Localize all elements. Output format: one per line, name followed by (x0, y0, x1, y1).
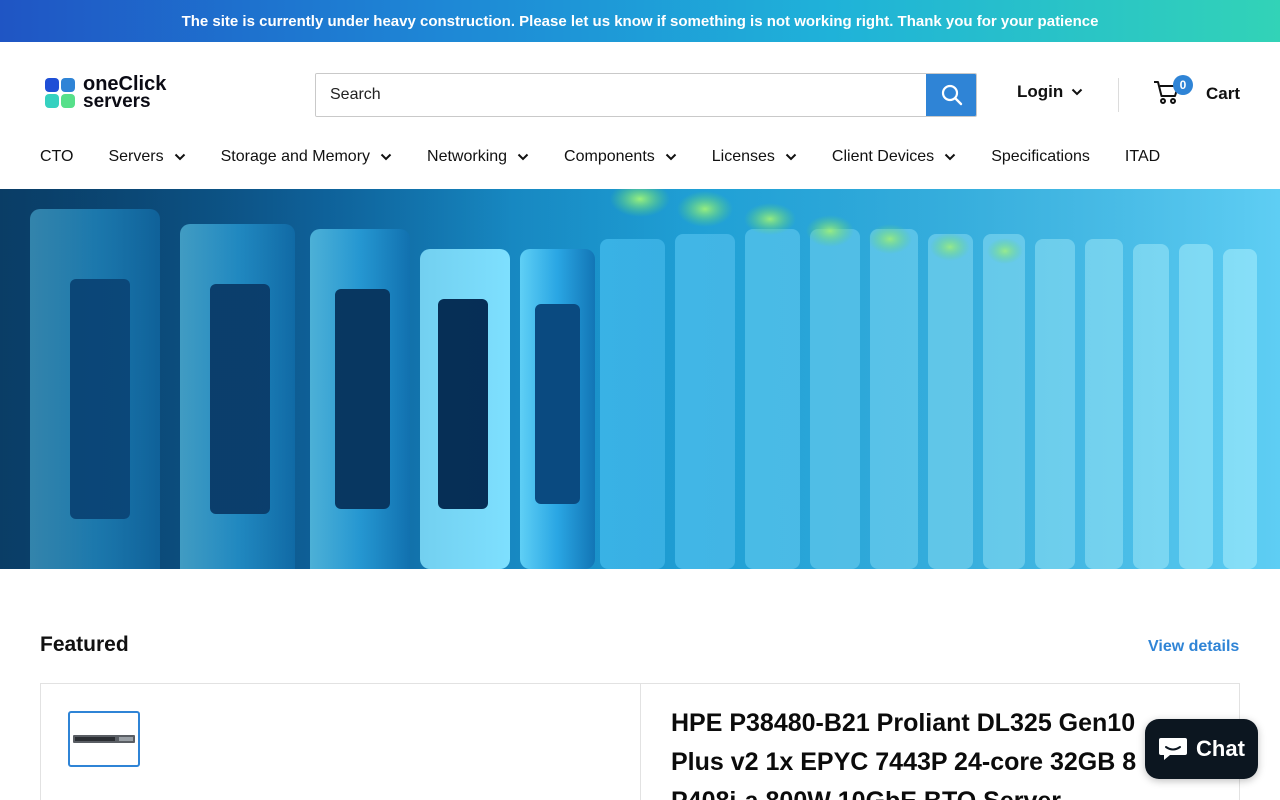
nav-item-storage-and-memory[interactable]: Storage and Memory (221, 148, 392, 166)
featured-section-title: Featured (40, 633, 129, 656)
featured-product-card: HPE P38480-B21 Proliant DL325 Gen10 Plus… (40, 683, 1240, 800)
chevron-down-icon (665, 153, 676, 161)
chevron-down-icon (174, 153, 185, 161)
nav-item-label: Networking (427, 148, 508, 165)
nav-item-label: CTO (40, 148, 74, 165)
chevron-down-icon (785, 153, 797, 161)
nav-item-label: Specifications (991, 148, 1090, 165)
nav-item-servers[interactable]: Servers (108, 148, 185, 166)
announcement-bar: The site is currently under heavy constr… (0, 0, 1280, 42)
cart-link[interactable]: 0 Cart (1153, 75, 1241, 106)
logo-mark (45, 78, 75, 108)
product-title[interactable]: HPE P38480-B21 Proliant DL325 Gen10 Plus… (671, 704, 1191, 800)
product-thumbnail[interactable] (68, 711, 140, 767)
cart-count-badge: 0 (1173, 75, 1193, 95)
announcement-text: The site is currently under heavy constr… (181, 12, 1099, 30)
server-rack-illustration (0, 189, 1280, 569)
site-logo[interactable]: oneClick servers (45, 74, 166, 112)
server-thumbnail-image (73, 735, 135, 743)
search-bar (315, 73, 977, 117)
search-button[interactable] (926, 74, 976, 116)
hero-banner-image[interactable] (0, 189, 1280, 569)
site-header: oneClick servers Login 0 Cart (0, 42, 1280, 142)
view-details-link[interactable]: View details (1148, 638, 1239, 656)
nav-item-components[interactable]: Components (564, 148, 677, 166)
header-divider (1118, 78, 1119, 112)
nav-item-label: Servers (108, 148, 164, 165)
main-navigation: CTO Servers Storage and Memory Networkin… (40, 142, 1195, 172)
chevron-down-icon (380, 153, 392, 161)
search-icon (941, 84, 962, 106)
nav-item-licenses[interactable]: Licenses (712, 148, 797, 166)
nav-item-label: ITAD (1124, 148, 1161, 165)
logo-wordmark: oneClick servers (83, 74, 166, 112)
nav-item-specifications[interactable]: Specifications (991, 148, 1090, 166)
nav-item-label: Components (564, 148, 655, 165)
nav-item-label: Storage and Memory (220, 148, 371, 165)
chat-label: Chat (1196, 736, 1245, 761)
chat-button[interactable]: Chat (1145, 719, 1258, 779)
product-card-divider (640, 684, 641, 800)
chevron-down-icon (1072, 88, 1083, 96)
nav-item-networking[interactable]: Networking (427, 148, 529, 166)
search-input[interactable] (316, 74, 926, 116)
nav-item-cto[interactable]: CTO (40, 148, 73, 166)
nav-item-itad[interactable]: ITAD (1125, 148, 1160, 166)
chat-bubble-icon (1159, 738, 1188, 760)
chevron-down-icon (944, 153, 956, 161)
cart-label: Cart (1206, 84, 1241, 103)
login-label: Login (1017, 82, 1064, 101)
logo-line-2: servers (83, 91, 151, 112)
cart-icon-wrap: 0 (1153, 75, 1193, 106)
login-menu[interactable]: Login (1017, 82, 1083, 102)
chevron-down-icon (517, 153, 529, 161)
nav-item-client-devices[interactable]: Client Devices (832, 148, 956, 166)
nav-item-label: Client Devices (831, 148, 935, 165)
nav-item-label: Licenses (711, 148, 775, 165)
